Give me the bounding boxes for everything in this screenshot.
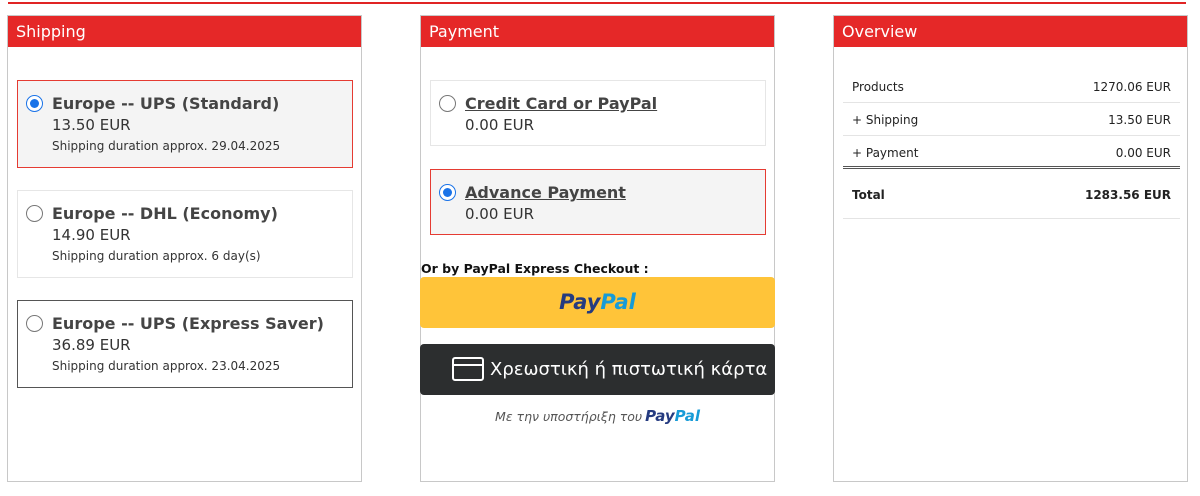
top-divider: [8, 2, 1186, 4]
paypal-logo-pal: Pal: [600, 290, 636, 314]
credit-card-icon: [452, 357, 484, 381]
payment-panel-title: Payment: [421, 16, 774, 47]
shipping-option-price: 13.50 EUR: [52, 116, 131, 134]
payment-radio-advance-payment[interactable]: [439, 184, 456, 201]
payment-option-price: 0.00 EUR: [465, 205, 535, 223]
overview-panel: Overview Products 1270.06 EUR + Shipping…: [833, 15, 1188, 482]
paypal-logo-pay: Pay: [559, 290, 601, 314]
shipping-option-price: 36.89 EUR: [52, 336, 131, 354]
overview-panel-title: Overview: [834, 16, 1187, 47]
payment-option-name[interactable]: Credit Card or PayPal: [465, 94, 657, 113]
summary-row-total: Total 1283.56 EUR: [843, 169, 1180, 219]
powered-by-paypal: Με την υποστήριξη του PayPal: [421, 407, 774, 425]
paypal-small-logo-pal: Pal: [674, 407, 700, 425]
summary-label: + Shipping: [852, 113, 919, 127]
paypal-small-logo: PayPal: [645, 407, 700, 425]
shipping-option-ups-express-saver[interactable]: Europe -- UPS (Express Saver) 36.89 EUR …: [17, 300, 353, 388]
shipping-option-ups-standard[interactable]: Europe -- UPS (Standard) 13.50 EUR Shipp…: [17, 80, 353, 168]
payment-option-credit-card-paypal[interactable]: Credit Card or PayPal 0.00 EUR: [430, 80, 766, 146]
shipping-panel-title: Shipping: [8, 16, 361, 47]
shipping-panel: Shipping Europe -- UPS (Standard) 13.50 …: [7, 15, 362, 482]
summary-row-shipping: + Shipping 13.50 EUR: [843, 103, 1180, 136]
shipping-radio-dhl-economy[interactable]: [26, 205, 43, 222]
payment-panel: Payment Credit Card or PayPal 0.00 EUR A…: [420, 15, 775, 482]
summary-value: 13.50 EUR: [1108, 113, 1171, 127]
shipping-option-dhl-economy[interactable]: Europe -- DHL (Economy) 14.90 EUR Shippi…: [17, 190, 353, 278]
summary-label: Products: [852, 80, 904, 94]
powered-by-text: Με την υποστήριξη του: [495, 409, 643, 424]
summary-label: + Payment: [852, 146, 919, 160]
debit-credit-card-button[interactable]: Χρεωστική ή πιστωτική κάρτα: [420, 344, 775, 395]
payment-option-name[interactable]: Advance Payment: [465, 183, 626, 202]
shipping-option-name: Europe -- UPS (Standard): [52, 94, 280, 113]
shipping-option-duration: Shipping duration approx. 6 day(s): [52, 249, 261, 263]
shipping-option-duration: Shipping duration approx. 23.04.2025: [52, 359, 281, 373]
shipping-radio-ups-express-saver[interactable]: [26, 315, 43, 332]
paypal-checkout-button[interactable]: PayPal: [420, 277, 775, 328]
total-label: Total: [852, 188, 885, 202]
total-value: 1283.56 EUR: [1084, 188, 1171, 202]
shipping-radio-ups-standard[interactable]: [26, 95, 43, 112]
summary-row-products: Products 1270.06 EUR: [843, 70, 1180, 103]
payment-option-advance-payment[interactable]: Advance Payment 0.00 EUR: [430, 169, 766, 235]
shipping-option-name: Europe -- DHL (Economy): [52, 204, 278, 223]
shipping-option-price: 14.90 EUR: [52, 226, 131, 244]
paypal-small-logo-pay: Pay: [645, 407, 675, 425]
shipping-option-duration: Shipping duration approx. 29.04.2025: [52, 139, 281, 153]
payment-radio-credit-card-paypal[interactable]: [439, 95, 456, 112]
order-summary-table: Products 1270.06 EUR + Shipping 13.50 EU…: [843, 70, 1180, 219]
paypal-express-label: Or by PayPal Express Checkout :: [421, 261, 649, 276]
summary-row-payment: + Payment 0.00 EUR: [843, 136, 1180, 169]
card-button-label: Χρεωστική ή πιστωτική κάρτα: [490, 359, 768, 380]
paypal-logo: PayPal: [559, 290, 636, 314]
payment-option-price: 0.00 EUR: [465, 116, 535, 134]
summary-value: 1270.06 EUR: [1092, 80, 1171, 94]
summary-value: 0.00 EUR: [1115, 146, 1171, 160]
shipping-option-name: Europe -- UPS (Express Saver): [52, 314, 324, 333]
